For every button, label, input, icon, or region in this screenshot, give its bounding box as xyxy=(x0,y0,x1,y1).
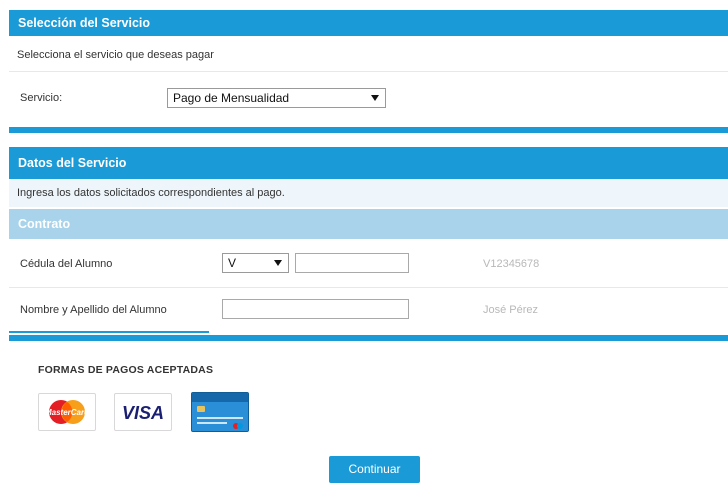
id-type-select-value: V xyxy=(228,256,237,270)
id-hint: V12345678 xyxy=(483,258,540,270)
name-hint: José Pérez xyxy=(483,304,539,316)
service-data-instruction: Ingresa los datos solicitados correspond… xyxy=(9,179,728,207)
service-select-value: Pago de Mensualidad xyxy=(173,91,290,105)
name-label: Nombre y Apellido del Alumno xyxy=(20,304,167,316)
name-input[interactable] xyxy=(222,299,409,319)
service-selection-instruction: Selecciona el servicio que deseas pagar xyxy=(9,44,728,66)
service-select[interactable]: Pago de Mensualidad xyxy=(167,88,386,108)
chevron-down-icon xyxy=(371,95,379,101)
section-bottom-bar xyxy=(9,127,728,133)
service-selection-header: Selección del Servicio xyxy=(9,10,728,36)
id-label: Cédula del Alumno xyxy=(20,258,113,270)
service-data-header: Datos del Servicio xyxy=(9,147,728,179)
section-bottom-bar xyxy=(9,335,728,341)
divider xyxy=(9,287,728,288)
section-underline xyxy=(9,331,209,333)
mastercard-text: MasterCard xyxy=(45,408,90,417)
chevron-down-icon xyxy=(274,260,282,266)
visa-logo-icon: VISA xyxy=(114,393,172,431)
id-type-select[interactable]: V xyxy=(222,253,289,273)
service-label: Servicio: xyxy=(20,92,63,104)
visa-text: VISA xyxy=(122,403,164,423)
contract-subheader: Contrato xyxy=(9,209,728,239)
mastercard-logo-icon: MasterCard xyxy=(38,393,96,431)
divider xyxy=(9,71,728,72)
continue-button[interactable]: Continuar xyxy=(329,456,420,483)
id-number-input[interactable] xyxy=(295,253,409,273)
payment-methods-title: FORMAS DE PAGOS ACEPTADAS xyxy=(38,364,214,376)
maestro-debit-card-logo-icon xyxy=(191,392,249,432)
